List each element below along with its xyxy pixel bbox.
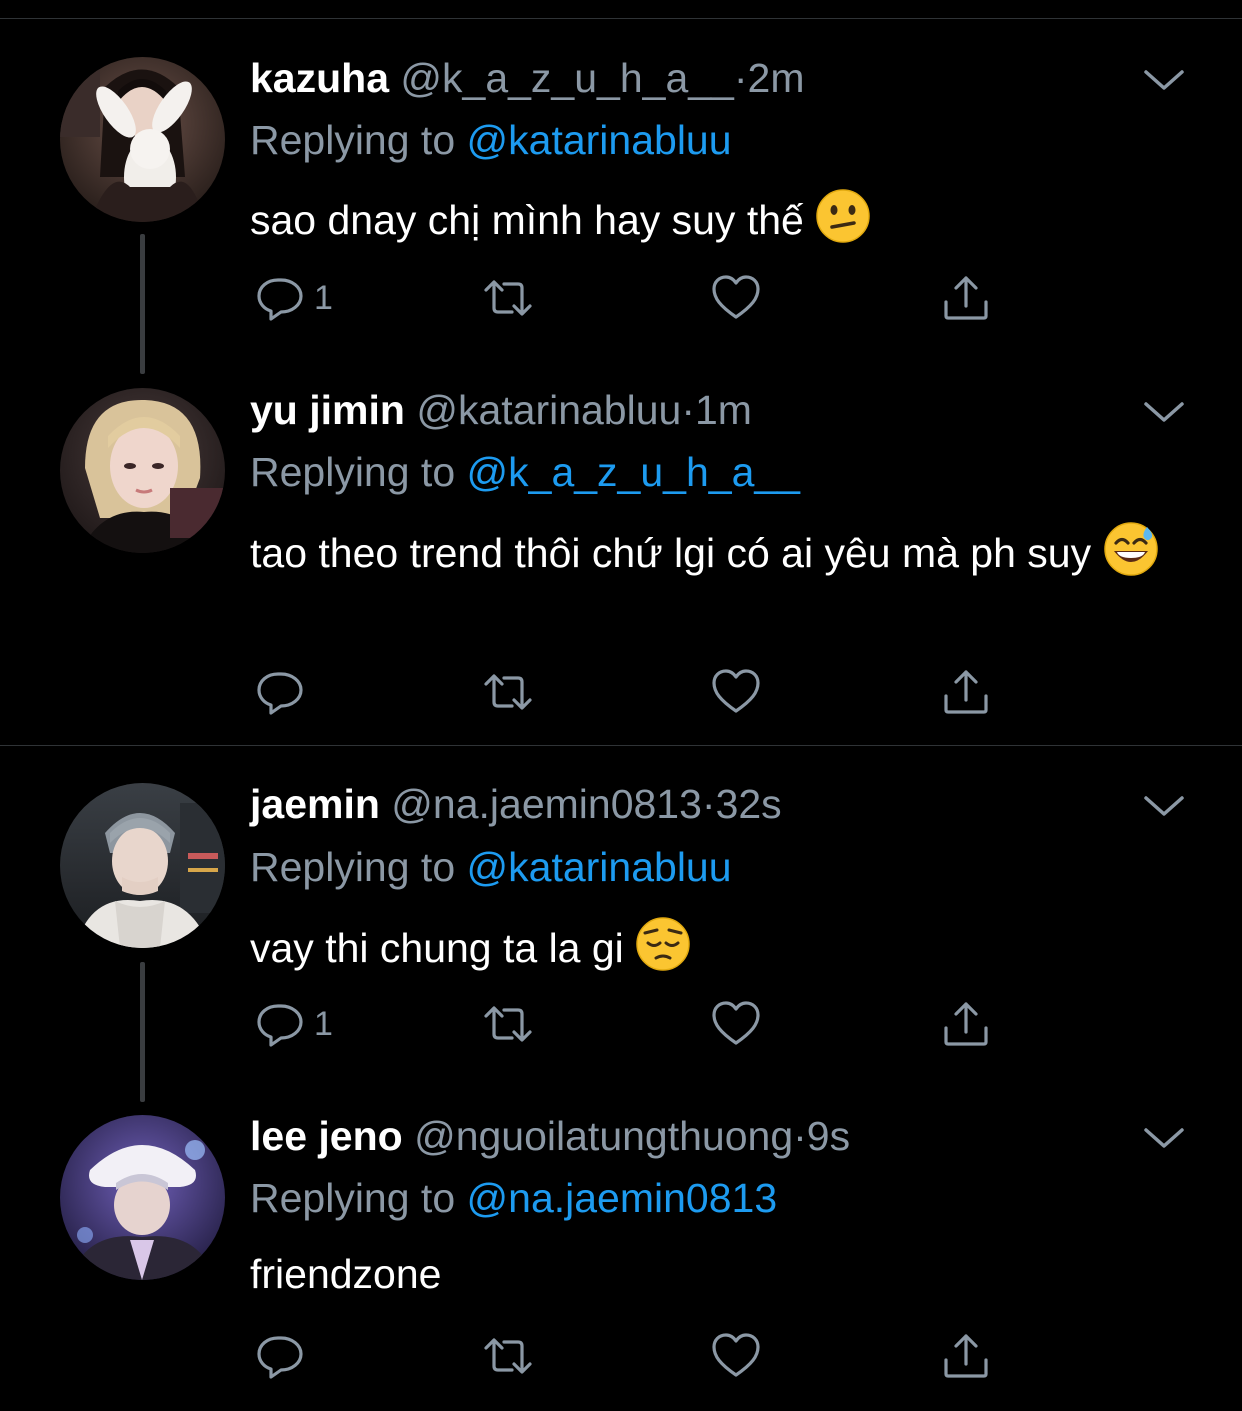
tweet-body: friendzone [250,1251,442,1297]
tweet-header: lee jeno @nguoilatungthuong·9s [250,1111,850,1161]
separator-dot: · [793,1113,807,1159]
retweet-icon [484,1338,532,1374]
timestamp[interactable]: 9s [807,1113,850,1159]
display-name[interactable]: lee jeno [250,1113,403,1159]
avatar[interactable] [60,1115,225,1280]
like-button[interactable] [710,1328,762,1384]
chevron-down-icon[interactable] [1140,1122,1188,1152]
tweet-text: friendzone [250,1248,1190,1301]
handle[interactable]: @nguoilatungthuong [414,1113,793,1159]
like-icon [712,1333,760,1377]
share-icon [944,1334,988,1378]
retweet-button[interactable] [482,1328,534,1384]
reply-button[interactable] [254,1328,314,1384]
tweet[interactable]: lee jeno @nguoilatungthuong·9s Replying … [0,0,1242,1411]
share-button[interactable] [940,1328,992,1384]
replying-prefix: Replying to [250,1175,456,1221]
mention-link[interactable]: @na.jaemin0813 [467,1175,778,1221]
replying-to: Replying to @na.jaemin0813 [250,1173,777,1223]
reply-icon [257,1336,303,1379]
